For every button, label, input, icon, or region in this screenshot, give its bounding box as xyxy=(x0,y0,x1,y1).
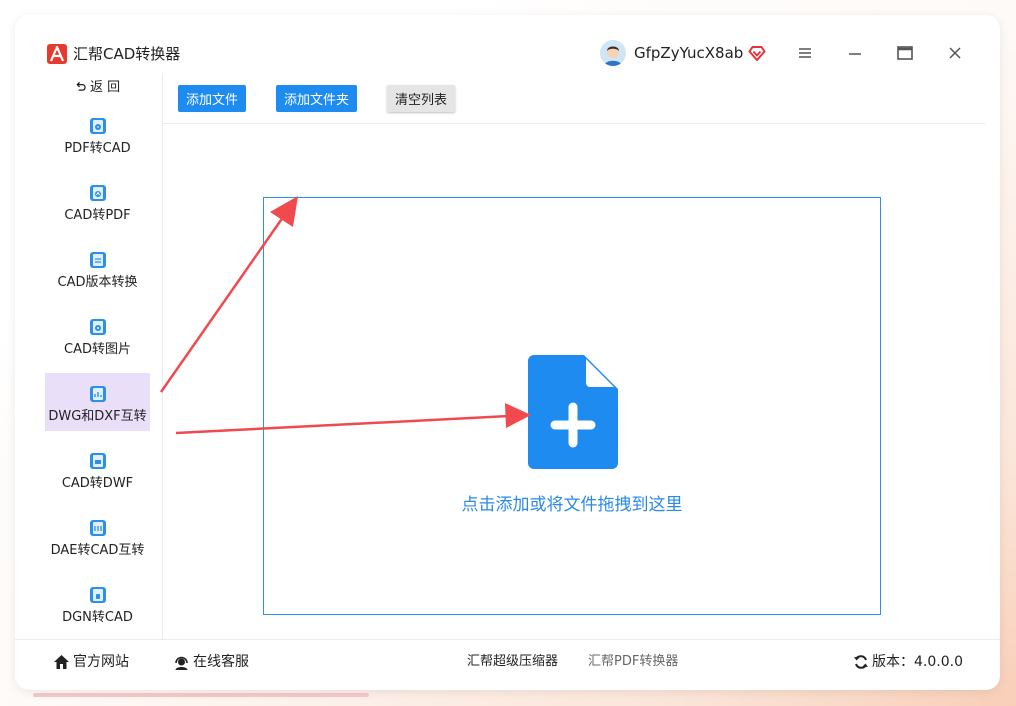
sidebar-item-dwg-dxf[interactable]: DWG和DXF互转 xyxy=(45,373,150,431)
online-service-link[interactable]: 在线客服 xyxy=(173,652,249,672)
user-avatar[interactable] xyxy=(600,40,626,66)
sidebar-divider xyxy=(162,73,163,639)
pdf-converter-link[interactable]: 汇帮PDF转换器 xyxy=(588,653,678,671)
toolbar: 添加文件 添加文件夹 清空列表 xyxy=(163,73,985,124)
version-info[interactable]: 版本：4.0.0.0 xyxy=(853,652,963,672)
sidebar-item-label: CAD版本转换 xyxy=(57,275,138,290)
official-site-label: 官方网站 xyxy=(73,654,129,670)
minimize-icon[interactable] xyxy=(845,43,865,63)
sidebar-item-label: DGN转CAD xyxy=(62,610,133,625)
cad-to-dwf-icon xyxy=(90,453,106,469)
title-bar: 汇帮CAD转换器 GfpZyYucX8ab xyxy=(15,15,1000,73)
file-plus-icon[interactable] xyxy=(528,355,618,469)
online-service-label: 在线客服 xyxy=(193,654,249,670)
sidebar-item-label: CAD转DWF xyxy=(61,476,134,491)
add-file-button[interactable]: 添加文件 xyxy=(178,85,246,112)
undo-arrow-icon xyxy=(76,81,86,91)
sidebar-item-cad-to-pdf[interactable]: CAD转PDF xyxy=(45,172,150,230)
headset-icon xyxy=(175,656,188,670)
sidebar-item-label: PDF转CAD xyxy=(64,141,131,156)
pdf-to-cad-icon xyxy=(90,118,106,134)
sidebar-item-pdf-to-cad[interactable]: PDF转CAD xyxy=(45,105,150,163)
home-icon xyxy=(54,655,69,669)
username[interactable]: GfpZyYucX8ab xyxy=(634,43,743,63)
sidebar-item-cad-version[interactable]: CAD版本转换 xyxy=(45,239,150,297)
refresh-icon xyxy=(854,655,868,669)
drop-hint-text: 点击添加或将文件拖拽到这里 xyxy=(461,495,683,515)
sidebar-item-label: CAD转图片 xyxy=(64,342,131,357)
back-label: 返 回 xyxy=(90,80,121,95)
sidebar-item-cad-to-dwf[interactable]: CAD转DWF xyxy=(45,440,150,498)
cad-to-pdf-icon xyxy=(90,185,106,201)
sidebar-item-label: DWG和DXF互转 xyxy=(48,409,147,424)
dwg-dxf-icon xyxy=(90,386,106,402)
file-drop-zone[interactable]: 点击添加或将文件拖拽到这里 xyxy=(263,197,881,615)
dae-to-cad-icon xyxy=(90,520,106,536)
app-title: 汇帮CAD转换器 xyxy=(73,45,181,63)
compressor-link[interactable]: 汇帮超级压缩器 xyxy=(467,653,558,671)
dgn-to-cad-icon xyxy=(90,587,106,603)
sidebar-item-dae-to-cad[interactable]: DAE转CAD互转 xyxy=(45,507,150,565)
official-site-link[interactable]: 官方网站 xyxy=(53,652,129,672)
cad-logo-icon xyxy=(47,44,67,64)
sidebar: 返 回 PDF转CAD CAD转PDF CAD版本转换 CAD转图片 DWG和D… xyxy=(45,73,150,639)
maximize-icon[interactable] xyxy=(895,43,915,63)
cad-to-image-icon xyxy=(90,319,106,335)
sidebar-item-label: DAE转CAD互转 xyxy=(50,543,145,558)
close-icon[interactable] xyxy=(945,43,965,63)
hamburger-menu-icon[interactable] xyxy=(795,43,815,63)
add-folder-button[interactable]: 添加文件夹 xyxy=(276,85,357,112)
sidebar-item-label: CAD转PDF xyxy=(64,208,131,223)
app-window: 汇帮CAD转换器 GfpZyYucX8ab 返 回 PDF转CAD CAD转PD… xyxy=(15,15,1000,690)
version-label: 版本：4.0.0.0 xyxy=(872,654,963,670)
cad-version-icon xyxy=(90,252,106,268)
diamond-vip-icon[interactable] xyxy=(748,45,766,61)
back-button[interactable]: 返 回 xyxy=(45,77,150,99)
clear-list-button[interactable]: 清空列表 xyxy=(387,85,455,112)
bottom-decoration-strip xyxy=(33,693,369,697)
sidebar-item-dgn-to-cad[interactable]: DGN转CAD xyxy=(45,574,150,632)
sidebar-item-cad-to-image[interactable]: CAD转图片 xyxy=(45,306,150,364)
footer: 官方网站 在线客服 汇帮超级压缩器 汇帮PDF转换器 版本：4.0.0.0 xyxy=(15,639,1000,690)
